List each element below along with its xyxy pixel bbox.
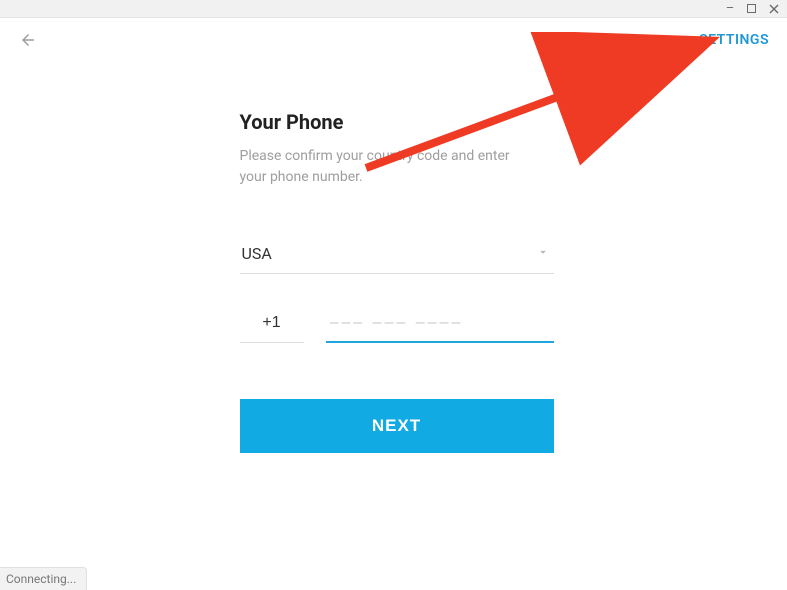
page-title: Your Phone	[240, 110, 554, 134]
minimize-icon: –	[726, 2, 735, 15]
phone-input-row	[240, 308, 554, 343]
chevron-down-icon	[536, 244, 550, 263]
settings-link[interactable]: SETTINGS	[699, 32, 769, 48]
back-button[interactable]	[18, 30, 38, 50]
window-titlebar: –	[0, 0, 787, 18]
next-button[interactable]: NEXT	[240, 399, 554, 453]
connection-status: Connecting...	[0, 567, 87, 590]
country-selected-label: USA	[242, 244, 272, 263]
country-code-input[interactable]	[240, 308, 304, 343]
top-bar: SETTINGS	[0, 18, 787, 62]
login-panel: Your Phone Please confirm your country c…	[234, 110, 554, 453]
maximize-icon	[747, 4, 757, 14]
country-select[interactable]: USA	[240, 244, 554, 274]
page-subtext: Please confirm your country code and ent…	[240, 146, 530, 188]
window-close-button[interactable]	[767, 2, 781, 16]
close-icon	[769, 4, 779, 14]
back-arrow-icon	[19, 31, 37, 49]
window-maximize-button[interactable]	[745, 2, 759, 16]
window-minimize-button[interactable]: –	[723, 2, 737, 16]
phone-number-input[interactable]	[326, 308, 554, 343]
